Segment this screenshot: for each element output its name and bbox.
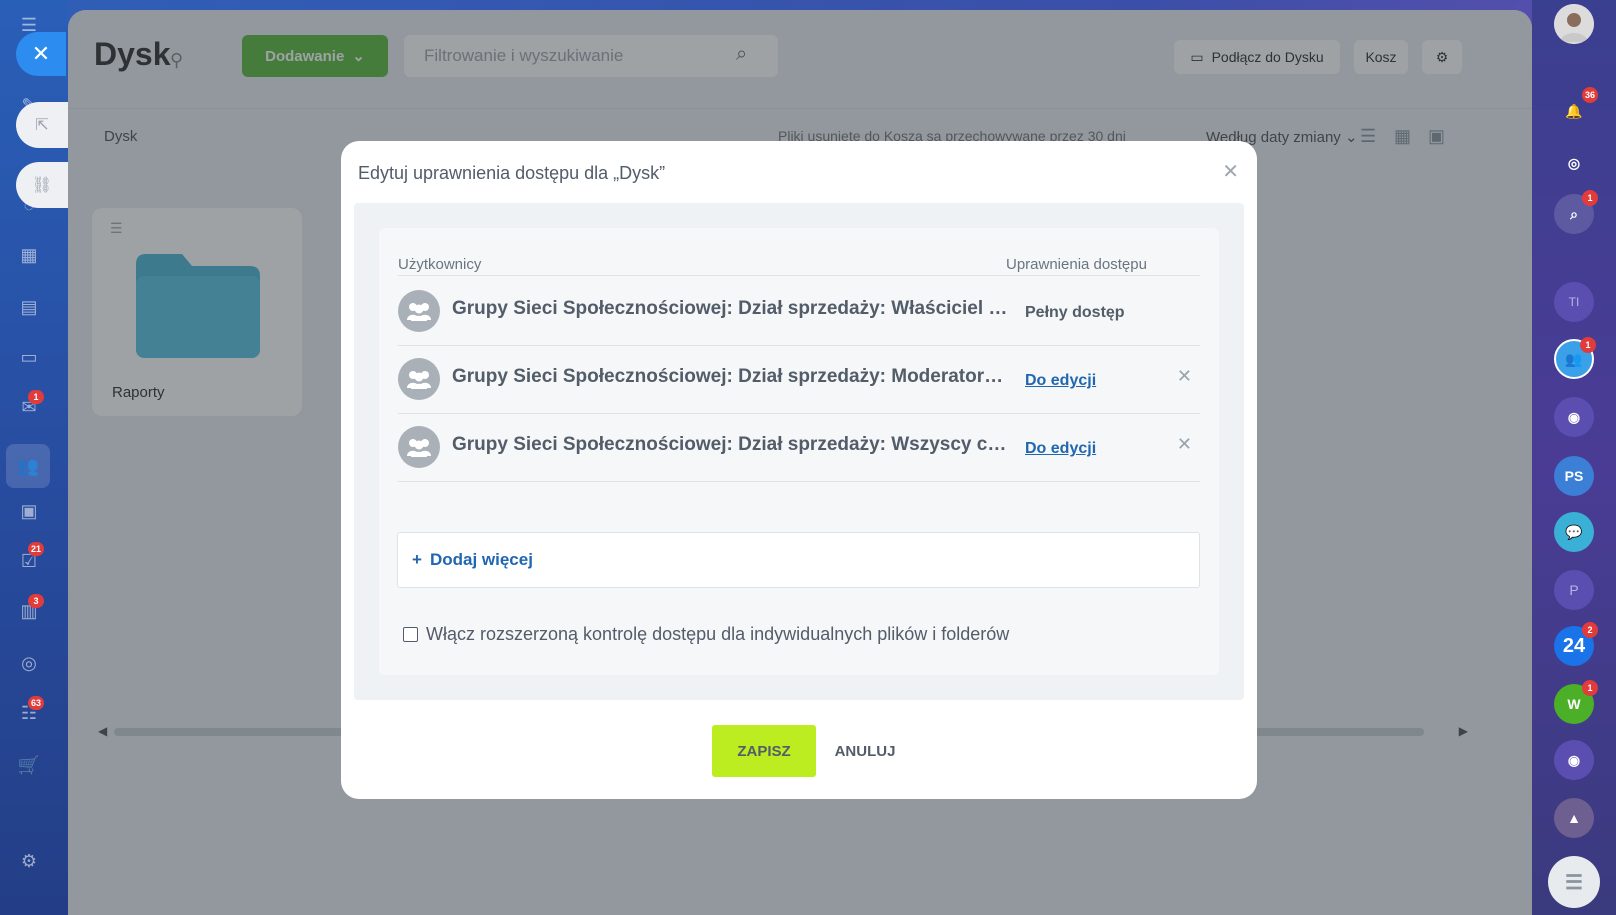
column-users: Użytkownicy bbox=[398, 256, 482, 273]
permission-level: Pełny dostęp bbox=[1025, 304, 1125, 321]
permission-subject: Grupy Sieci Społecznościowej: Dział sprz… bbox=[452, 366, 1008, 387]
bitrix24-icon[interactable]: 24 2 bbox=[1554, 622, 1598, 666]
permission-level-link[interactable]: Do edycji bbox=[1025, 440, 1096, 458]
dialog-title: Edytuj uprawnienia dostępu dla „Dysk” bbox=[358, 163, 666, 183]
group-avatar-icon bbox=[398, 358, 440, 400]
remove-icon[interactable]: ✕ bbox=[1177, 434, 1192, 455]
add-more-label: Dodaj więcej bbox=[429, 550, 533, 569]
activity-icon[interactable]: ◎ bbox=[1554, 143, 1594, 183]
workgroup-avatar[interactable]: ▲ bbox=[1554, 798, 1594, 838]
search-chat-icon[interactable]: ⌕ 1 bbox=[1554, 190, 1598, 234]
b24-badge: 2 bbox=[1582, 622, 1598, 638]
news-badge: 3 bbox=[28, 594, 44, 608]
right-sidebar: 🔔 36 ◎ ⌕ 1 TI 👥 1 ◉ PS 💬 P 24 2 W1 ◉ ▲ ☰ bbox=[1532, 0, 1616, 915]
permission-row: Grupy Sieci Społecznościowej: Dział sprz… bbox=[398, 276, 1200, 346]
notifications-icon[interactable]: 🔔 36 bbox=[1554, 87, 1598, 131]
permission-level-link[interactable]: Do edycji bbox=[1025, 372, 1096, 390]
document-icon[interactable]: ▤ bbox=[14, 292, 44, 322]
cart-icon[interactable]: 🛒 bbox=[14, 750, 44, 780]
column-access: Uprawnienia dostępu bbox=[1006, 256, 1147, 273]
extended-control-option[interactable]: Włącz rozszerzoną kontrolę dostępu dla i… bbox=[403, 624, 1009, 645]
remove-icon[interactable]: ✕ bbox=[1177, 366, 1192, 387]
extended-control-label: Włącz rozszerzoną kontrolę dostępu dla i… bbox=[426, 624, 1010, 644]
dialog-body: Użytkownicy Uprawnienia dostępu Grupy Si… bbox=[354, 203, 1244, 700]
contact-p[interactable]: P bbox=[1554, 570, 1594, 610]
mail-badge: 1 bbox=[28, 390, 44, 404]
chat-badge: 1 bbox=[1582, 190, 1598, 206]
permissions-card: Użytkownicy Uprawnienia dostępu Grupy Si… bbox=[379, 228, 1219, 675]
messages-icon[interactable]: 💬 bbox=[1554, 512, 1594, 552]
permission-row: Grupy Sieci Społecznościowej: Dział sprz… bbox=[398, 344, 1200, 414]
contact-ti[interactable]: TI bbox=[1554, 282, 1594, 322]
funnel-badge: 63 bbox=[28, 696, 45, 710]
add-more-button[interactable]: + Dodaj więcej bbox=[397, 532, 1200, 588]
drive-icon[interactable]: ▭ bbox=[14, 342, 44, 372]
groups-icon[interactable]: 👥 bbox=[6, 444, 50, 488]
more-menu-icon[interactable]: ☰ bbox=[1548, 856, 1600, 908]
openlines-icon[interactable]: ◉ bbox=[1554, 397, 1594, 437]
group-chat-icon[interactable]: 👥 1 bbox=[1554, 337, 1596, 379]
openlines-2-icon[interactable]: ◉ bbox=[1554, 740, 1594, 780]
w-badge: 1 bbox=[1582, 680, 1598, 696]
target-icon[interactable]: ◎ bbox=[14, 648, 44, 678]
permission-subject: Grupy Sieci Społecznościowej: Dział sprz… bbox=[452, 434, 1008, 455]
group-avatar-icon bbox=[398, 290, 440, 332]
save-button[interactable]: ZAPISZ bbox=[712, 725, 816, 777]
permissions-dialog: Edytuj uprawnienia dostępu dla „Dysk” ✕ … bbox=[341, 141, 1257, 799]
board-icon[interactable]: ▣ bbox=[14, 496, 44, 526]
user-avatar[interactable] bbox=[1554, 4, 1594, 44]
calendar-icon[interactable]: ▦ bbox=[14, 240, 44, 270]
contact-ps[interactable]: PS bbox=[1554, 456, 1594, 496]
tasks-badge: 21 bbox=[28, 542, 45, 556]
group-badge: 1 bbox=[1580, 337, 1596, 353]
notifications-badge: 36 bbox=[1581, 87, 1598, 103]
settings-icon[interactable]: ⚙ bbox=[14, 846, 44, 876]
open-new-window-button[interactable]: ⇱ bbox=[16, 102, 68, 148]
bitrix24-label: 24 bbox=[1562, 634, 1586, 657]
permission-subject: Grupy Sieci Społecznościowej: Dział sprz… bbox=[452, 298, 1008, 319]
contact-w-label: W bbox=[1567, 696, 1581, 712]
copy-link-button[interactable]: ⛓ bbox=[16, 162, 68, 208]
close-icon[interactable]: ✕ bbox=[1222, 159, 1239, 184]
close-slider-button[interactable]: ✕ bbox=[16, 32, 66, 76]
permission-row: Grupy Sieci Społecznościowej: Dział sprz… bbox=[398, 412, 1200, 482]
cancel-button[interactable]: ANULUJ bbox=[830, 725, 900, 777]
extended-control-checkbox[interactable] bbox=[403, 627, 418, 642]
group-avatar-icon bbox=[398, 426, 440, 468]
plus-icon: + bbox=[412, 550, 422, 569]
contact-w[interactable]: W1 bbox=[1554, 680, 1598, 724]
